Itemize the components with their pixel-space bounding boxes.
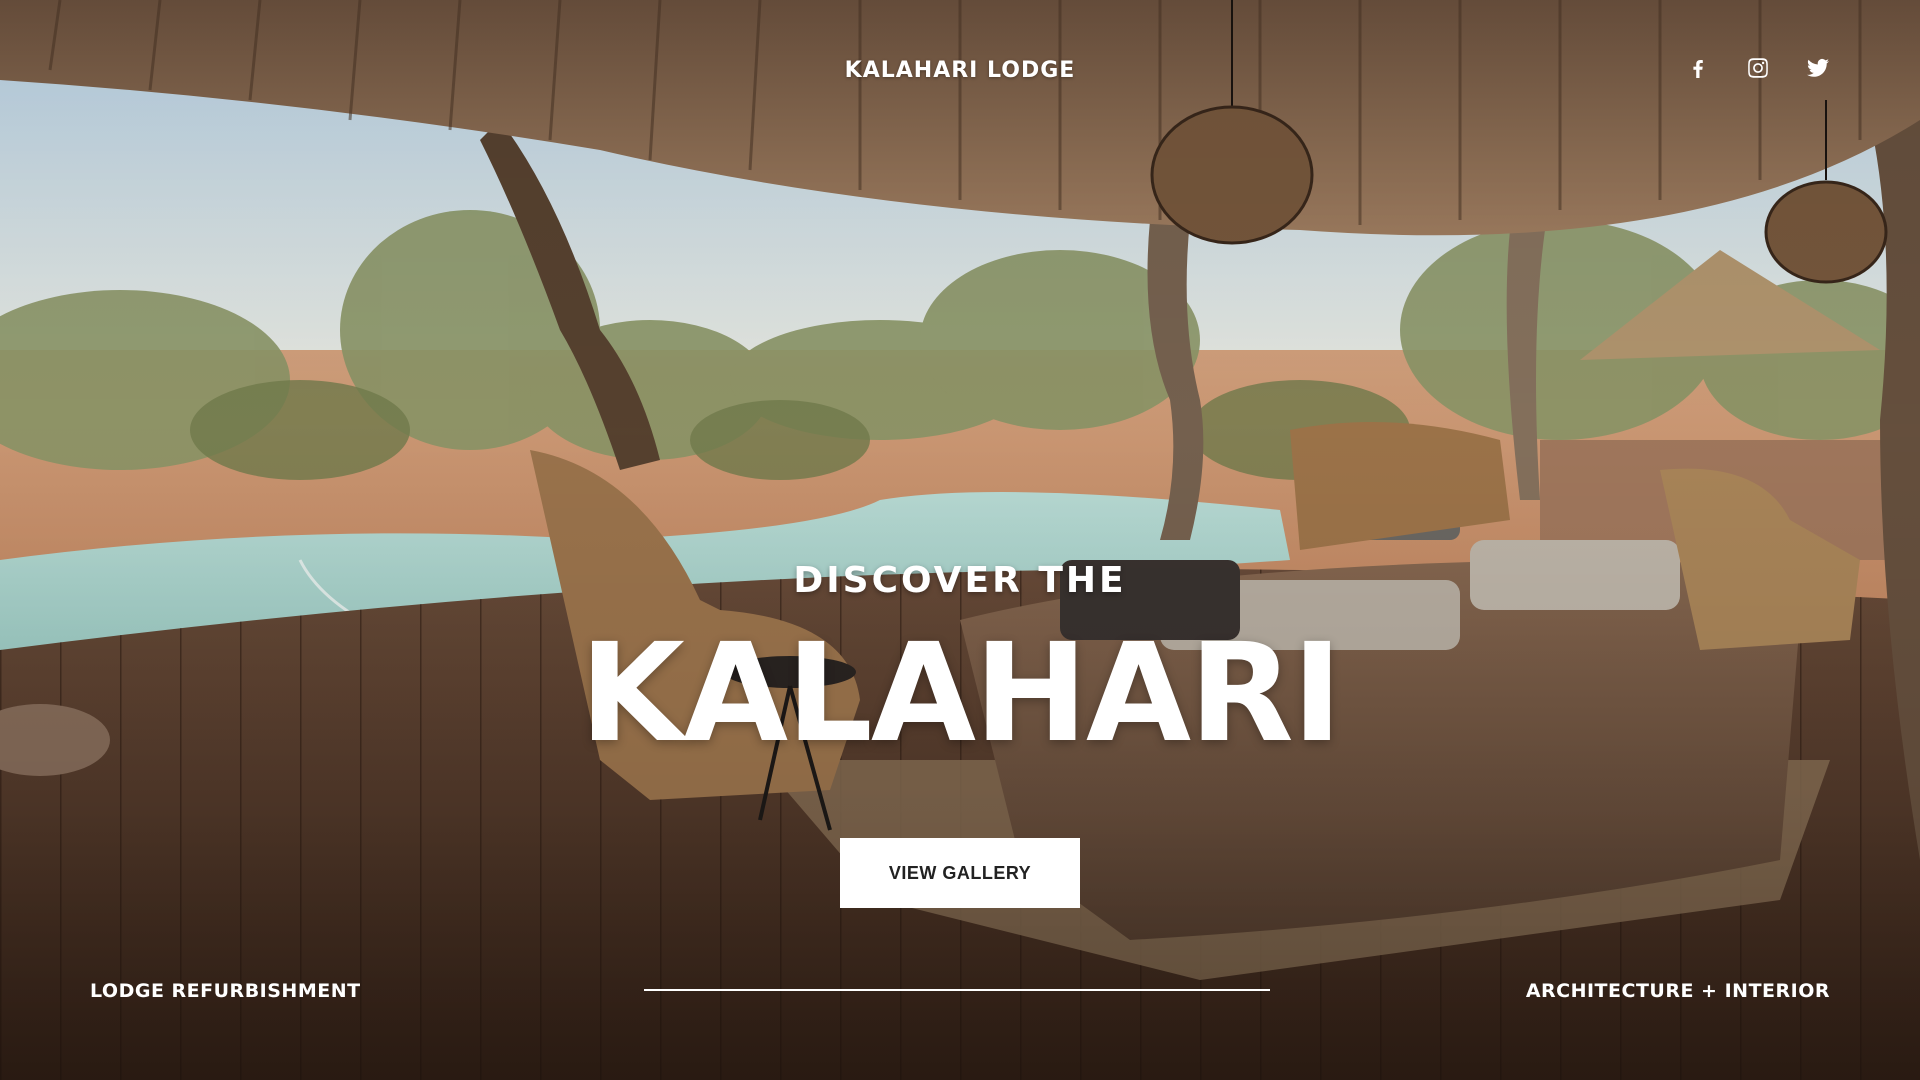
image-overlay [0, 0, 1920, 1080]
hero-title: KALAHARI [579, 615, 1343, 773]
instagram-icon [1748, 58, 1768, 78]
twitter-icon [1807, 58, 1829, 77]
brand-logo[interactable]: KALAHARI LODGE [0, 58, 1920, 83]
facebook-icon [1693, 60, 1703, 78]
instagram-link[interactable] [1746, 56, 1770, 80]
footer-divider-line [644, 989, 1270, 991]
facebook-link[interactable] [1686, 56, 1710, 80]
services-label: ARCHITECTURE + INTERIOR [1525, 980, 1830, 1002]
social-links [1686, 56, 1830, 80]
project-category-label: LODGE REFURBISHMENT [90, 980, 361, 1002]
view-gallery-button[interactable]: VIEW GALLERY [840, 838, 1080, 908]
twitter-link[interactable] [1806, 56, 1830, 80]
hero-kicker: DISCOVER THE [793, 560, 1127, 601]
